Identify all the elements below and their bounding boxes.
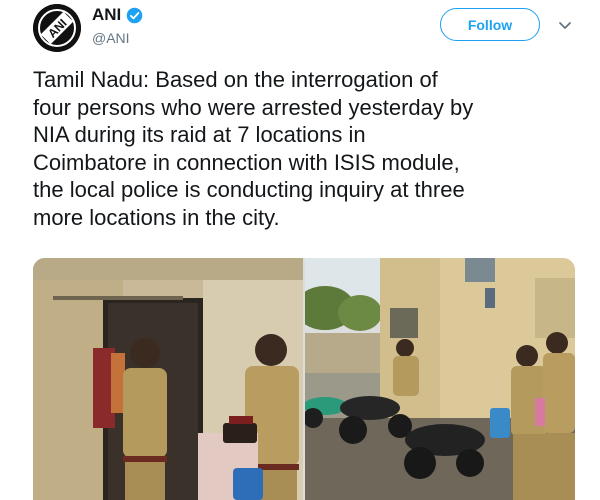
tweet-text-line: four persons who were arrested yesterday… xyxy=(33,94,474,120)
tweet-text: Tamil Nadu: Based on the interrogation o… xyxy=(33,66,578,231)
follow-button[interactable]: Follow xyxy=(440,8,540,41)
chevron-down-icon[interactable] xyxy=(556,16,574,34)
tweet-text-line: more locations in the city. xyxy=(33,204,280,230)
author-name-row: ANI xyxy=(92,5,143,25)
verified-badge-icon xyxy=(126,7,143,24)
tweet-text-line: the local police is conducting inquiry a… xyxy=(33,177,465,202)
tweet-text-line: NIA during its raid at 7 locations in xyxy=(33,122,366,147)
author-display-name[interactable]: ANI xyxy=(92,5,121,25)
ani-logo-icon: ANI xyxy=(33,4,81,52)
avatar[interactable]: ANI xyxy=(33,4,81,52)
tweet-media xyxy=(33,258,575,500)
author-handle[interactable]: @ANI xyxy=(92,30,130,46)
tweet-text-line: Coimbatore in connection with ISIS modul… xyxy=(33,149,460,175)
tweet-header: ANI ANI @ANI Follow xyxy=(0,0,600,58)
photo-officers-doorway[interactable] xyxy=(33,258,303,500)
tweet-text-line: Tamil Nadu: Based on the interrogation o… xyxy=(33,67,438,92)
photo-officers-courtyard[interactable] xyxy=(305,258,575,500)
